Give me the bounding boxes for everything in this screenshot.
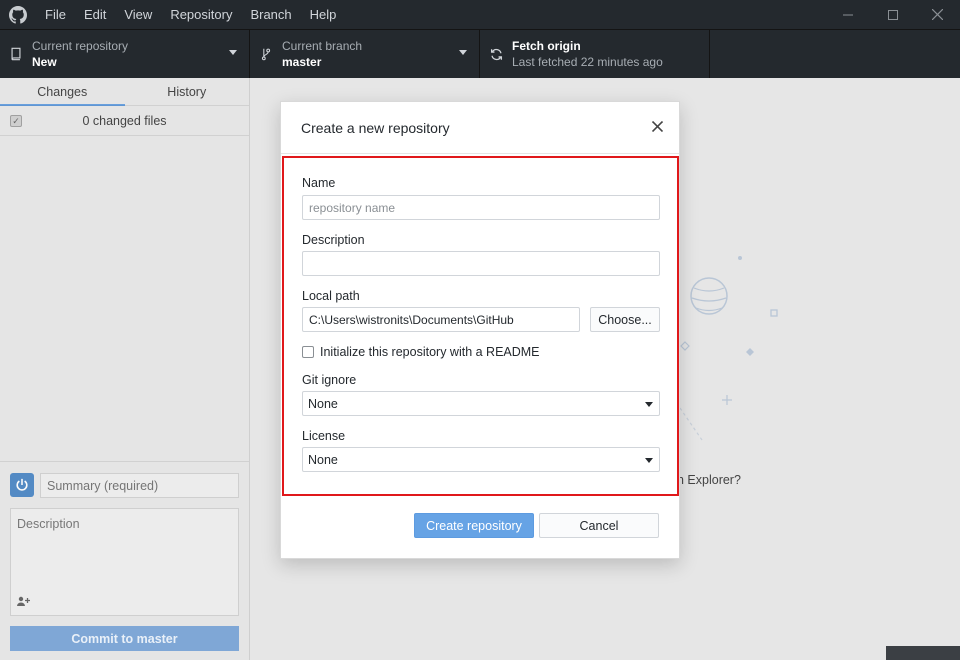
menu-bar: File Edit View Repository Branch Help: [36, 0, 345, 29]
current-repository-label: Current repository: [32, 39, 129, 53]
menu-edit[interactable]: Edit: [75, 0, 115, 29]
space-illustration-icon: [679, 256, 778, 441]
license-select[interactable]: None: [302, 447, 660, 472]
readme-checkbox[interactable]: [302, 346, 314, 358]
current-branch-value: master: [282, 55, 322, 69]
taskbar-corner: [886, 646, 960, 660]
current-repository-value: New: [32, 55, 57, 69]
minimize-button[interactable]: [825, 0, 870, 29]
select-all-checkbox[interactable]: ✓: [10, 115, 22, 127]
dropdown-arrow-icon: [645, 402, 653, 407]
changed-files-header: ✓ 0 changed files: [0, 106, 249, 136]
fetch-origin-label: Fetch origin: [512, 39, 581, 53]
menu-view[interactable]: View: [115, 0, 161, 29]
close-dialog-button[interactable]: [649, 118, 665, 134]
commit-button[interactable]: Commit to master: [10, 626, 239, 651]
tab-changes[interactable]: Changes: [0, 78, 125, 106]
chevron-down-icon: [229, 50, 237, 55]
git-ignore-label: Git ignore: [302, 373, 357, 387]
branch-icon: [250, 47, 282, 61]
fetch-origin-button[interactable]: Fetch origin Last fetched 22 minutes ago: [480, 30, 710, 78]
current-branch-button[interactable]: Current branch master: [250, 30, 480, 78]
local-path-label: Local path: [302, 289, 360, 303]
dropdown-arrow-icon: [645, 458, 653, 463]
description-textarea[interactable]: Description: [10, 508, 239, 616]
close-window-button[interactable]: [915, 0, 960, 29]
dialog-footer: Create repository Cancel: [281, 502, 679, 558]
sidebar-tabs: Changes History: [0, 78, 249, 106]
tab-history[interactable]: History: [125, 78, 250, 105]
repo-icon: [0, 47, 32, 61]
readme-label: Initialize this repository with a README: [320, 345, 540, 359]
last-fetched-text: Last fetched 22 minutes ago: [512, 55, 663, 69]
sidebar: Changes History ✓ 0 changed files Descri…: [0, 78, 250, 660]
current-branch-label: Current branch: [282, 39, 363, 53]
maximize-button[interactable]: [870, 0, 915, 29]
create-repository-dialog: Create a new repository Name Description…: [280, 101, 680, 559]
menu-file[interactable]: File: [36, 0, 75, 29]
toolbar: Current repository New Current branch ma…: [0, 29, 960, 78]
close-icon: [932, 9, 943, 20]
menu-branch[interactable]: Branch: [241, 0, 300, 29]
github-logo-icon: [0, 0, 36, 29]
minimize-icon: [842, 14, 853, 15]
current-repository-button[interactable]: Current repository New: [0, 30, 250, 78]
repository-name-input[interactable]: [302, 195, 660, 220]
license-value: None: [308, 452, 338, 467]
dialog-form: Name Description Local path Choose... In…: [282, 156, 679, 496]
close-icon: [651, 120, 663, 132]
power-icon: [16, 478, 28, 491]
description-placeholder: Description: [17, 517, 80, 531]
name-label: Name: [302, 176, 336, 190]
readme-option[interactable]: Initialize this repository with a README: [302, 345, 540, 359]
description-label: Description: [302, 233, 365, 247]
commit-panel: Description Commit to master: [0, 461, 249, 660]
dialog-title: Create a new repository: [301, 119, 450, 136]
dialog-header: Create a new repository: [281, 102, 679, 154]
show-in-explorer-text[interactable]: n Explorer?: [677, 473, 741, 487]
chevron-down-icon: [459, 50, 467, 55]
avatar: [10, 473, 34, 497]
local-path-input[interactable]: [302, 307, 580, 332]
window-controls: [825, 0, 960, 29]
add-coauthor-icon[interactable]: [17, 596, 31, 609]
title-bar: File Edit View Repository Branch Help: [0, 0, 960, 29]
maximize-icon: [887, 9, 898, 20]
changed-files-count: 0 changed files: [82, 113, 167, 128]
sync-icon: [480, 48, 512, 61]
choose-path-button[interactable]: Choose...: [590, 307, 660, 332]
repository-description-input[interactable]: [302, 251, 660, 276]
git-ignore-value: None: [308, 396, 338, 411]
cancel-button[interactable]: Cancel: [539, 513, 659, 538]
git-ignore-select[interactable]: None: [302, 391, 660, 416]
create-repository-button[interactable]: Create repository: [414, 513, 534, 538]
license-label: License: [302, 429, 346, 443]
menu-repository[interactable]: Repository: [161, 0, 241, 29]
menu-help[interactable]: Help: [301, 0, 346, 29]
summary-input[interactable]: [40, 473, 239, 498]
